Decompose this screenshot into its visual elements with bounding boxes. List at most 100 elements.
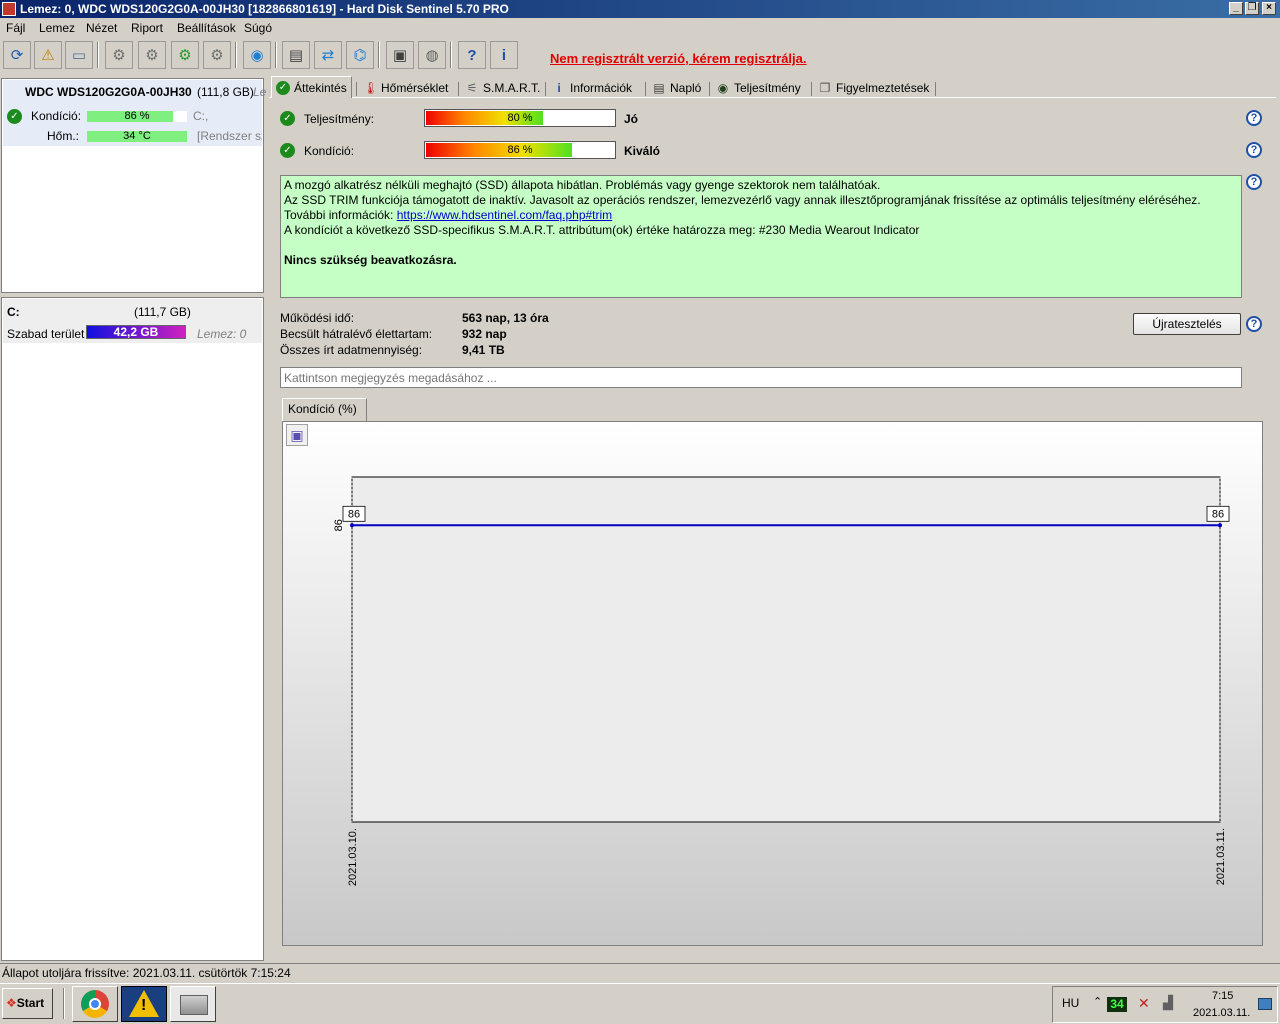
menu-report[interactable]: Riport (131, 21, 163, 35)
register-link[interactable]: Nem regisztrált verzió, kérem regisztrál… (550, 51, 807, 66)
tab-temperature[interactable]: 🌡 Hőmérséklet (359, 78, 452, 98)
tab-health-chart[interactable]: Kondíció (%) (282, 398, 367, 422)
disk-icon[interactable]: ▭ (65, 41, 93, 69)
globe-icon[interactable]: ◉ (243, 41, 271, 69)
menu-settings[interactable]: Beállítások (177, 21, 236, 35)
trim-faq-link[interactable]: https://www.hdsentinel.com/faq.php#trim (397, 208, 612, 222)
health-ok-icon: ✓ (7, 109, 22, 124)
restore-button[interactable]: ❐ (1245, 2, 1259, 15)
health-chart: ▣ 86 2021.03.10. 86 2021.03.11. 86 (282, 421, 1263, 946)
health-bar: 86 % (424, 141, 616, 159)
about-icon[interactable]: i (490, 41, 518, 69)
hard-disk-icon (180, 995, 208, 1015)
health-rating: Kiváló (624, 144, 661, 158)
gauge-icon: ◉ (717, 81, 729, 95)
disk-health-value: 86 % (124, 110, 150, 122)
health-label: Kondíció: (304, 144, 355, 158)
tab-log[interactable]: ▤ Napló (648, 78, 705, 98)
free-space-label: Szabad terület (7, 327, 85, 341)
performance-value: 80 % (507, 112, 533, 124)
info-icon: i (557, 81, 561, 95)
disk-ok-icon[interactable]: ⚙ (171, 41, 199, 69)
disk-item[interactable]: WDC WDS120G2G0A-00JH30 (111,8 GB) Le ✓ K… (3, 80, 266, 146)
disk-system-ref: [Rendszer szá (197, 129, 262, 143)
tab-information[interactable]: i Információk (548, 78, 636, 98)
check-icon: ✓ (276, 80, 290, 95)
message-line-4: A kondíciót a következő SSD-specifikus S… (284, 223, 920, 237)
menu-bar: Fájl Lemez Nézet Riport Beállítások Súgó (0, 18, 1280, 38)
plot-area (351, 476, 1221, 823)
tab-alerts[interactable]: ❐ Figyelmeztetések (814, 78, 933, 98)
message-action: Nincs szükség beavatkozásra. (284, 253, 457, 267)
log-icon: ▤ (653, 81, 665, 95)
status-message-box: A mozgó alkatrész nélküli meghajtó (SSD)… (280, 175, 1242, 298)
message-line-3: További információk: https://www.hdsenti… (284, 208, 613, 222)
written-label: Összes írt adatmennyiség: (280, 343, 423, 357)
disk-test-icon[interactable]: ⚙ (105, 41, 133, 69)
show-desktop-icon[interactable] (1258, 998, 1272, 1010)
data-label-1: 86 (1212, 508, 1224, 520)
remaining-life-value: 932 nap (462, 327, 507, 341)
temperature-tray-badge[interactable]: 34 (1107, 997, 1127, 1012)
network-icon[interactable]: ⌬ (346, 41, 374, 69)
performance-bar: 80 % (424, 109, 616, 127)
network-signal-icon[interactable]: ▟ (1163, 995, 1173, 1011)
tab-overview[interactable]: ✓ Áttekintés (271, 76, 352, 98)
written-value: 9,41 TB (462, 343, 505, 357)
monitor-icon[interactable]: ▣ (386, 41, 414, 69)
chrome-taskbar-button[interactable] (72, 986, 118, 1022)
menu-view[interactable]: Nézet (86, 21, 117, 35)
uptime-value: 563 nap, 13 óra (462, 311, 549, 325)
tab-smart[interactable]: ⚟ S.M.A.R.T. (461, 78, 544, 98)
partition-size: (111,7 GB) (134, 305, 191, 319)
system-tray: HU ⌃ 34 ✕ ▟ 7:15 2021.03.11. (1052, 986, 1278, 1023)
partition-item[interactable]: C: (111,7 GB) Szabad terület 42,2 GB Lem… (3, 299, 262, 343)
start-button[interactable]: ❖Start (2, 988, 53, 1019)
partition-letter: C: (7, 305, 20, 319)
retest-help-icon[interactable]: ? (1246, 316, 1262, 332)
note-input[interactable] (280, 367, 1242, 388)
retest-button[interactable]: Újratesztelés (1133, 313, 1241, 335)
clock-time[interactable]: 7:15 (1212, 990, 1233, 1002)
menu-help[interactable]: Súgó (244, 21, 272, 35)
message-help-icon[interactable]: ? (1246, 174, 1262, 190)
alert-icon[interactable]: ⚠ (34, 41, 62, 69)
free-space-bar: 42,2 GB (86, 325, 186, 339)
volume-muted-icon[interactable]: ✕ (1138, 995, 1150, 1012)
menu-disk[interactable]: Lemez (39, 21, 75, 35)
thermometer-icon: 🌡 (363, 81, 379, 95)
health-ok-icon-main: ✓ (280, 143, 295, 158)
disk-tools-icon[interactable]: ⚙ (203, 41, 231, 69)
tab-performance[interactable]: ◉ Teljesítmény (712, 78, 805, 98)
free-space-value: 42,2 GB (113, 325, 159, 339)
refresh-icon[interactable]: ⟳ (3, 41, 31, 69)
hdsentinel-taskbar-button[interactable] (170, 986, 216, 1022)
windows-logo-icon: ❖ (6, 996, 17, 1010)
window-title: Lemez: 0, WDC WDS120G2G0A-00JH30 [182866… (20, 2, 509, 16)
performance-help-icon[interactable]: ? (1246, 110, 1262, 126)
data-point-0 (350, 523, 354, 528)
tray-expand-icon[interactable]: ⌃ (1093, 995, 1102, 1008)
language-indicator[interactable]: HU (1062, 996, 1079, 1010)
report-icon[interactable]: ▤ (282, 41, 310, 69)
disk-health-label: Kondíció: (31, 109, 82, 123)
alert-taskbar-button[interactable]: ! (121, 986, 167, 1022)
title-bar: Lemez: 0, WDC WDS120G2G0A-00JH30 [182866… (0, 0, 1280, 18)
health-help-icon[interactable]: ? (1246, 142, 1262, 158)
partition-disk-ref: Lemez: 0 (197, 327, 247, 341)
status-bar: Állapot utoljára frissítve: 2021.03.11. … (0, 963, 1280, 981)
close-button[interactable]: × (1262, 2, 1276, 15)
menu-file[interactable]: Fájl (6, 21, 25, 35)
performance-rating: Jó (624, 112, 639, 126)
speaker-icon[interactable]: ◍ (418, 41, 446, 69)
performance-ok-icon: ✓ (280, 111, 295, 126)
clock-date[interactable]: 2021.03.11. (1193, 1007, 1250, 1019)
disk-name: WDC WDS120G2G0A-00JH30 (25, 85, 192, 99)
minimize-button[interactable]: _ (1229, 2, 1243, 15)
sync-icon[interactable]: ⇄ (314, 41, 342, 69)
surface-test-icon[interactable]: ⚙ (138, 41, 166, 69)
help-icon[interactable]: ? (458, 41, 486, 69)
disk-extra: Le (253, 85, 267, 99)
performance-label: Teljesítmény: (304, 112, 375, 126)
status-text: Állapot utoljára frissítve: 2021.03.11. … (2, 966, 291, 980)
